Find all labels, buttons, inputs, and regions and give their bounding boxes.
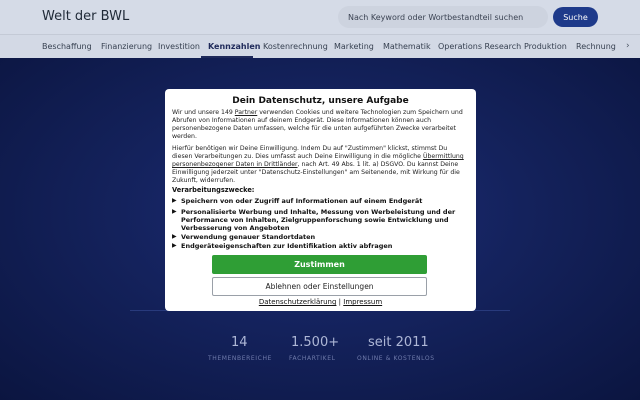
consent-paragraph-1: Wir und unsere 149 Partner verwenden Coo… — [172, 109, 468, 141]
consent-paragraph-2: Hierfür benötigen wir Deine Einwilligung… — [172, 145, 468, 185]
nav-item-beschaffung[interactable]: Beschaffung — [42, 42, 92, 51]
nav-item-operations-research[interactable]: Operations Research — [438, 42, 521, 51]
purpose-label: Verwendung genauer Standortdaten — [181, 233, 316, 241]
site-header: Welt der BWL Suche — [0, 0, 640, 34]
bullet-triangle-icon: ▶ — [172, 197, 177, 204]
purposes-heading: Verarbeitungszwecke: — [172, 186, 255, 194]
category-nav: Beschaffung Finanzierung Investition Ken… — [0, 34, 640, 58]
consent-title: Dein Datenschutz, unsere Aufgabe — [232, 96, 409, 106]
consent-dialog: Dein Datenschutz, unsere Aufgabe Wir und… — [165, 89, 476, 311]
partner-link[interactable]: Partner — [235, 109, 258, 116]
nav-scroll-right-icon[interactable]: › — [626, 41, 630, 51]
search-button[interactable]: Suche — [553, 7, 598, 27]
stat-label-online: ONLINE & KOSTENLOS — [357, 355, 435, 362]
purpose-label: Personalisierte Werbung und Inhalte, Mes… — [181, 208, 456, 232]
accept-button[interactable]: Zustimmen — [212, 255, 427, 274]
nav-item-mathematik[interactable]: Mathematik — [383, 42, 431, 51]
reject-settings-button[interactable]: Ablehnen oder Einstellungen — [212, 277, 427, 296]
stat-value-fachartikel: 1.500+ — [291, 335, 340, 350]
bullet-triangle-icon: ▶ — [172, 242, 177, 249]
purpose-item: ▶ Speichern von oder Zugriff auf Informat… — [172, 197, 462, 205]
site-logo[interactable]: Welt der BWL — [42, 9, 129, 24]
imprint-link[interactable]: Impressum — [343, 298, 382, 306]
search-input[interactable] — [338, 6, 548, 28]
purpose-label: Endgeräteeigenschaften zur Identifikatio… — [181, 242, 393, 250]
nav-item-kostenrechnung[interactable]: Kostenrechnung — [263, 42, 328, 51]
stat-label-themenbereiche: THEMENBEREICHE — [208, 355, 272, 362]
purpose-item: ▶ Verwendung genauer Standortdaten — [172, 233, 462, 241]
consent-text: Hierfür benötigen wir Deine Einwilligung… — [172, 145, 448, 160]
nav-item-investition[interactable]: Investition — [158, 42, 200, 51]
purpose-item: ▶ Endgeräteeigenschaften zur Identifikati… — [172, 242, 462, 250]
bullet-triangle-icon: ▶ — [172, 208, 177, 215]
stat-label-fachartikel: FACHARTIKEL — [289, 355, 336, 362]
nav-item-produktion[interactable]: Produktion — [524, 42, 567, 51]
purpose-item: ▶ Personalisierte Werbung und Inhalte, Me… — [172, 208, 462, 232]
bullet-triangle-icon: ▶ — [172, 233, 177, 240]
nav-item-kennzahlen[interactable]: Kennzahlen — [208, 42, 261, 51]
consent-text: Wir und unsere 149 — [172, 109, 235, 116]
nav-item-finanzierung[interactable]: Finanzierung — [101, 42, 152, 51]
stat-value-online: seit 2011 — [368, 335, 429, 350]
nav-item-rechnungswesen[interactable]: Rechnungsw — [576, 42, 616, 51]
nav-item-marketing[interactable]: Marketing — [334, 42, 374, 51]
stat-value-themenbereiche: 14 — [231, 335, 248, 350]
consent-footer-links: Datenschutzerklärung | Impressum — [165, 298, 476, 306]
privacy-policy-link[interactable]: Datenschutzerklärung — [259, 298, 337, 306]
purpose-label: Speichern von oder Zugriff auf Informati… — [181, 197, 423, 205]
